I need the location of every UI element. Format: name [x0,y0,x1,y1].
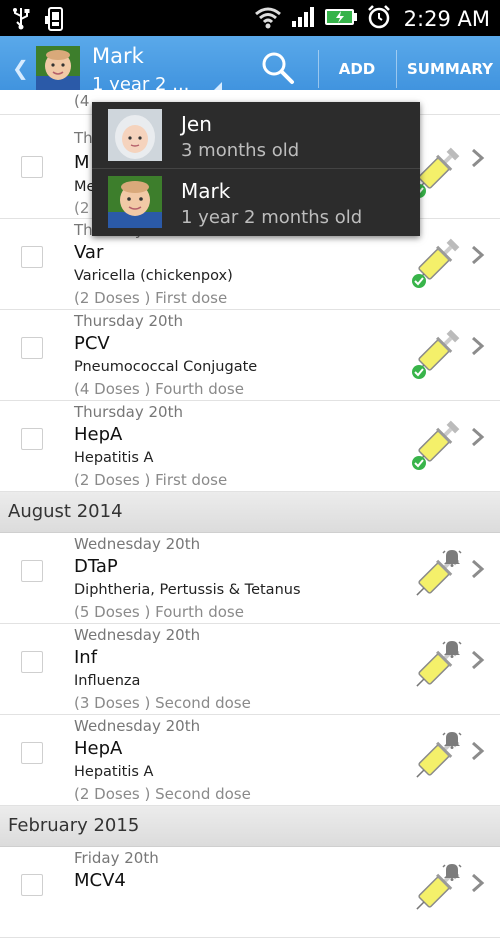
checkbox[interactable] [21,337,43,359]
avatar[interactable] [36,46,80,90]
section-title: August 2014 [8,501,123,522]
section-title: February 2015 [8,815,140,836]
vaccine-abbr: MCV4 [74,870,126,891]
check-circle-icon [412,365,426,379]
checkbox[interactable] [21,560,43,582]
doses-text: (4 [74,92,90,110]
checkbox[interactable] [21,742,43,764]
vaccine-abbr: PCV [74,333,110,354]
clock-text: 2:29 AM [403,7,490,31]
summary-button[interactable]: SUMMARY [400,60,500,78]
section-header: February 2015 [0,806,500,847]
chevron-right-icon[interactable] [470,245,486,265]
bell-icon [442,641,462,658]
checkbox[interactable] [21,651,43,673]
vaccine-abbr: HepA [74,738,123,759]
dropdown-age: 3 months old [181,140,300,161]
checkbox[interactable] [21,246,43,268]
date-text: Th [74,129,93,147]
android-debug-icon [44,6,66,36]
section-header: August 2014 [0,492,500,533]
date-text: Wednesday 20th [74,717,201,735]
doses-text: (2 [74,199,90,217]
checkbox[interactable] [21,874,43,896]
vaccine-name: Pneumococcal Conjugate [74,359,258,375]
dropdown-name: Mark [181,179,231,203]
vaccine-abbr: Inf [74,647,98,668]
doses-text: (2 Doses ) Second dose [74,785,251,803]
check-circle-icon [412,274,426,288]
alarm-icon [366,4,392,34]
status-bar: 2:29 AM [0,0,500,36]
doses-text: (2 Doses ) First dose [74,471,228,489]
dropdown-item-jen[interactable]: Jen 3 months old [92,102,420,168]
wifi-icon [254,5,282,33]
doses-text: (2 Doses ) First dose [74,289,228,307]
bell-icon [442,550,462,567]
list-item[interactable]: Friday 20th MCV4 [0,847,500,938]
dropdown-name: Jen [181,112,212,136]
vaccine-name: Hepatitis A [74,450,154,466]
list-item[interactable]: Wednesday 20th Inf Influenza (3 Doses ) … [0,624,500,715]
date-text: Friday 20th [74,849,159,867]
list-item[interactable]: Wednesday 20th DTaP Diphtheria, Pertussi… [0,533,500,624]
usb-icon [12,6,30,36]
bell-icon [442,732,462,749]
checkbox[interactable] [21,156,43,178]
add-button[interactable]: ADD [322,60,392,78]
chevron-right-icon[interactable] [470,873,486,893]
dropdown-age: 1 year 2 months old [181,207,363,228]
doses-text: (4 Doses ) Fourth dose [74,380,244,398]
chevron-right-icon[interactable] [470,741,486,761]
check-circle-icon [412,456,426,470]
vaccine-abbr: Var [74,242,104,263]
date-text: Wednesday 20th [74,626,201,644]
search-icon [262,52,294,84]
list-item[interactable]: Thursday 20th PCV Pneumococcal Conjugate… [0,310,500,401]
avatar [108,176,162,228]
search-button[interactable] [258,48,298,88]
chevron-right-icon[interactable] [470,650,486,670]
chevron-right-icon[interactable] [470,559,486,579]
chevron-right-icon[interactable] [470,427,486,447]
avatar [108,109,162,161]
date-text: Wednesday 20th [74,535,201,553]
vaccine-name: Influenza [74,673,141,689]
vaccine-name: Hepatitis A [74,764,154,780]
divider [396,50,397,88]
profile-name[interactable]: Mark [92,44,144,68]
battery-charging-icon [324,6,358,32]
bell-icon [442,864,462,881]
date-text: Thursday 20th [74,403,183,421]
list-item[interactable]: Thursday 20th HepA Hepatitis A (2 Doses … [0,401,500,492]
date-text: Thursday 20th [74,312,183,330]
vaccine-name: Varicella (chickenpox) [74,268,233,284]
dropdown-item-mark[interactable]: Mark 1 year 2 months old [92,169,420,235]
vaccine-abbr: HepA [74,424,123,445]
list-item[interactable]: Wednesday 20th HepA Hepatitis A (2 Doses… [0,715,500,806]
signal-icon [290,5,316,33]
chevron-right-icon[interactable] [470,336,486,356]
vaccine-abbr: DTaP [74,556,118,577]
profile-dropdown: Jen 3 months old Mark 1 year 2 months ol… [92,102,420,236]
back-chevron-icon[interactable]: ❮ [12,56,29,80]
doses-text: (5 Doses ) Fourth dose [74,603,244,621]
vaccine-name: Diphtheria, Pertussis & Tetanus [74,582,301,598]
vaccine-abbr: M [74,152,90,173]
divider [318,50,319,88]
checkbox[interactable] [21,428,43,450]
chevron-right-icon[interactable] [470,148,486,168]
doses-text: (3 Doses ) Second dose [74,694,251,712]
